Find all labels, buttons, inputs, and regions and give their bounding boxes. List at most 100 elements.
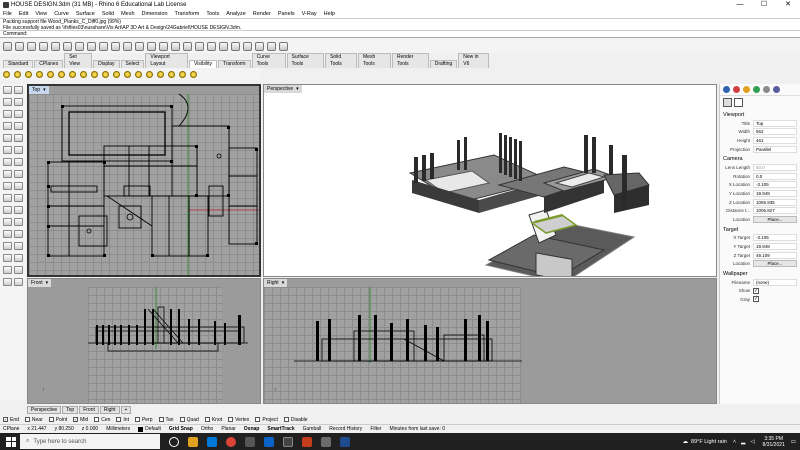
menu-help[interactable]: Help xyxy=(324,11,335,17)
open-icon[interactable] xyxy=(15,41,24,51)
tray-chevron-icon[interactable]: ˄ xyxy=(733,439,736,445)
tab-solid-tools[interactable]: Solid Tools xyxy=(325,53,358,68)
osnap-toggle[interactable]: Osnap xyxy=(244,426,260,432)
ortho-toggle[interactable]: Ortho xyxy=(201,426,214,432)
tab-curve-tools[interactable]: Curve Tools xyxy=(251,53,286,68)
windows-start-icon[interactable] xyxy=(6,436,16,447)
display-tab-icon[interactable] xyxy=(763,86,770,93)
viewport-tab-top[interactable]: Top xyxy=(62,406,79,414)
help-tab-icon[interactable] xyxy=(773,86,780,93)
render-preview-icon[interactable] xyxy=(255,41,264,51)
rectangle-icon[interactable] xyxy=(3,122,12,130)
layer-label[interactable]: Default xyxy=(145,426,161,432)
show-selected-icon[interactable] xyxy=(25,70,32,78)
osnap-checkbox[interactable]: ✓ xyxy=(3,417,8,422)
menu-mesh[interactable]: Mesh xyxy=(121,11,134,17)
tab-visibility[interactable]: Visibility xyxy=(189,60,217,68)
show-in-view-icon[interactable] xyxy=(168,70,175,78)
light-icon[interactable] xyxy=(14,170,23,178)
sphere-icon[interactable] xyxy=(14,158,23,166)
extrude-icon[interactable] xyxy=(14,146,23,154)
close-button[interactable]: ✕ xyxy=(776,0,800,10)
chrome-icon[interactable] xyxy=(226,436,236,447)
osnap-checkbox[interactable] xyxy=(24,417,30,422)
surface-icon[interactable] xyxy=(3,146,12,154)
isolate-icon[interactable] xyxy=(113,70,120,78)
cplane-label[interactable]: CPlane xyxy=(3,426,19,432)
fillet-curve-icon[interactable] xyxy=(14,134,23,142)
osnap-checkbox[interactable] xyxy=(204,417,210,422)
rotation-field[interactable]: 0.0 xyxy=(753,172,797,180)
color-icon[interactable] xyxy=(219,41,228,51)
target-place-button[interactable]: Place... xyxy=(753,260,797,268)
ellipse-icon[interactable] xyxy=(3,134,12,142)
filename-select[interactable]: (none) xyxy=(753,278,797,286)
hide-in-detail-icon[interactable] xyxy=(135,70,142,78)
print-icon[interactable] xyxy=(39,41,48,51)
help-icon[interactable] xyxy=(279,41,288,51)
render-icon[interactable] xyxy=(243,41,252,51)
maximize-button[interactable]: ☐ xyxy=(752,0,776,10)
osnap-checkbox[interactable] xyxy=(179,417,185,422)
select-icon[interactable] xyxy=(3,86,12,94)
notifications-icon[interactable]: ▭ xyxy=(791,439,796,445)
z-location-field[interactable]: 1055.935 xyxy=(753,198,797,206)
undo-view-icon[interactable] xyxy=(183,41,192,51)
width-field[interactable]: 562 xyxy=(753,128,797,136)
scale-icon[interactable] xyxy=(14,218,23,226)
trim-icon[interactable] xyxy=(3,242,12,250)
add-viewport-tab-button[interactable]: + xyxy=(120,406,132,414)
osnap-checkbox[interactable] xyxy=(228,417,234,422)
environment-tab-icon[interactable] xyxy=(753,86,760,93)
projection-select[interactable]: Parallel xyxy=(753,145,797,153)
viewport-perspective[interactable]: Perspective ▾ xyxy=(263,84,717,277)
move-icon[interactable] xyxy=(3,206,12,214)
osnap-checkbox[interactable] xyxy=(283,417,289,422)
viewport-tab-perspective[interactable]: Perspective xyxy=(27,406,62,414)
mirror-icon[interactable] xyxy=(3,230,12,238)
tab-standard[interactable]: Standard xyxy=(3,60,34,68)
show-points-icon[interactable] xyxy=(91,70,98,78)
menu-surface[interactable]: Surface xyxy=(76,11,95,17)
word-icon[interactable] xyxy=(340,436,350,447)
save-icon[interactable] xyxy=(27,41,36,51)
tab-transform[interactable]: Transform xyxy=(217,60,251,68)
menu-solid[interactable]: Solid xyxy=(102,11,114,17)
osnap-checkbox[interactable] xyxy=(158,417,164,422)
cut-icon[interactable] xyxy=(63,41,72,51)
arc-icon[interactable] xyxy=(14,110,23,118)
zoom-icon[interactable] xyxy=(135,41,144,51)
array-icon[interactable] xyxy=(14,230,23,238)
z-target-field[interactable]: 49.109 xyxy=(753,251,797,259)
filter-toggle[interactable]: Filter xyxy=(370,426,381,432)
text-icon[interactable] xyxy=(14,182,23,190)
store-icon[interactable] xyxy=(245,436,255,447)
dimension-icon[interactable] xyxy=(3,182,12,190)
group-icon[interactable] xyxy=(3,266,12,274)
boolean-difference-icon[interactable] xyxy=(14,194,23,202)
viewport-top[interactable]: Top ▾ xyxy=(27,84,261,277)
layer-off-icon[interactable] xyxy=(179,70,186,78)
tab-display[interactable]: Display xyxy=(93,60,120,68)
properties-tab-icon[interactable] xyxy=(723,86,730,93)
edge-icon[interactable] xyxy=(207,436,217,447)
point-icon[interactable] xyxy=(14,86,23,94)
boolean-union-icon[interactable] xyxy=(3,194,12,202)
minimize-button[interactable]: — xyxy=(728,0,752,10)
paste-icon[interactable] xyxy=(87,41,96,51)
menu-vray[interactable]: V-Ray xyxy=(302,11,317,17)
curve-icon[interactable] xyxy=(14,98,23,106)
polygon-icon[interactable] xyxy=(14,122,23,130)
rhino-taskbar-icon[interactable] xyxy=(283,436,293,447)
camera-place-button[interactable]: Place... xyxy=(753,215,797,223)
layer-icon[interactable] xyxy=(207,41,216,51)
gray-checkbox[interactable]: ✓ xyxy=(753,296,759,303)
layers-tab-icon[interactable] xyxy=(743,86,750,93)
analyze-icon[interactable] xyxy=(3,278,12,286)
viewport-tab-right[interactable]: Right xyxy=(99,406,120,414)
distance-icon[interactable] xyxy=(14,278,23,286)
osnap-checkbox[interactable]: ✓ xyxy=(73,417,79,422)
show-in-detail-icon[interactable] xyxy=(146,70,153,78)
units-label[interactable]: Millimeters xyxy=(106,426,130,432)
hide-icon[interactable] xyxy=(14,70,21,78)
